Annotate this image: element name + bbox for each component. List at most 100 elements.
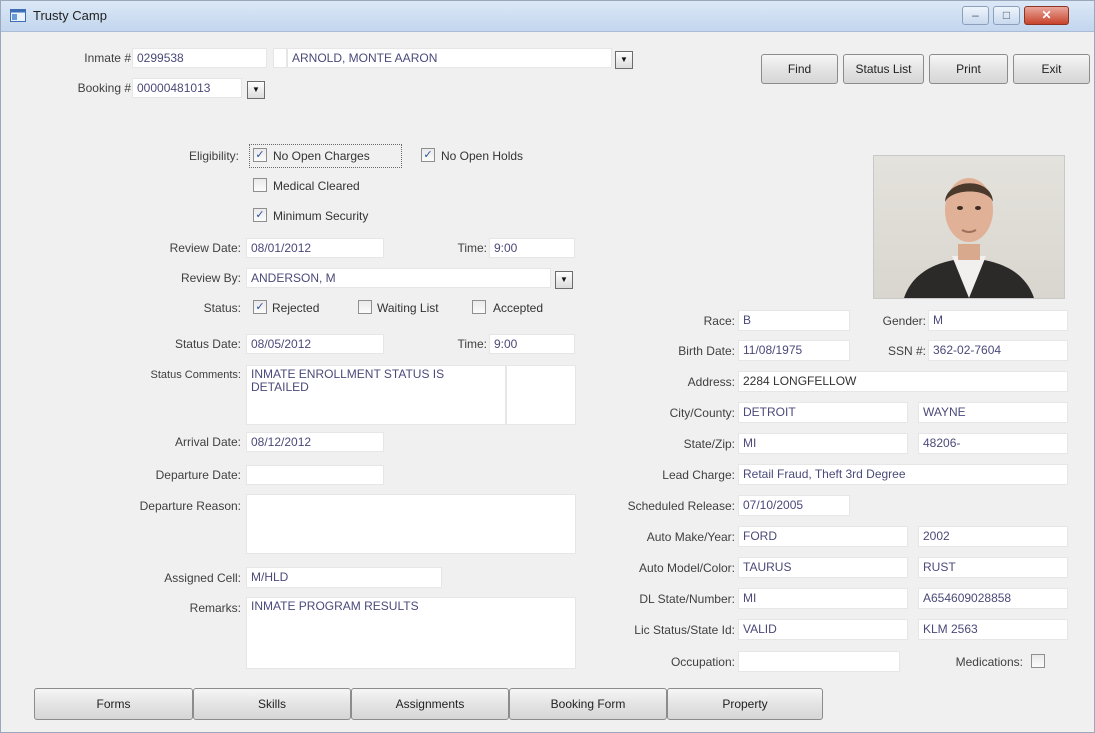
booking-form-button[interactable]: Booking Form bbox=[509, 688, 667, 720]
gender-label: Gender: bbox=[882, 314, 926, 328]
assignments-button[interactable]: Assignments bbox=[351, 688, 509, 720]
departure-date-label: Departure Date: bbox=[155, 468, 241, 482]
arrival-date-field[interactable]: 08/12/2012 bbox=[246, 432, 384, 452]
review-by-dropdown-icon[interactable]: ▼ bbox=[555, 271, 573, 289]
state-field[interactable]: MI bbox=[738, 433, 908, 454]
rejected-checkbox[interactable]: ✓ bbox=[253, 300, 267, 314]
review-time-field[interactable]: 9:00 bbox=[489, 238, 575, 258]
trusty-camp-window: Trusty Camp – □ ✕ Inmate # 0299538 ARNOL… bbox=[0, 0, 1095, 733]
status-date-field[interactable]: 08/05/2012 bbox=[246, 334, 384, 354]
booking-number-field[interactable]: 00000481013 bbox=[132, 78, 242, 98]
eligibility-label: Eligibility: bbox=[188, 149, 239, 163]
medications-checkbox[interactable] bbox=[1031, 654, 1045, 668]
auto-color-field[interactable]: RUST bbox=[918, 557, 1068, 578]
auto-year-field[interactable]: 2002 bbox=[918, 526, 1068, 547]
race-field[interactable]: B bbox=[738, 310, 850, 331]
county-field[interactable]: WAYNE bbox=[918, 402, 1068, 423]
minimum-security-label: Minimum Security bbox=[273, 209, 369, 223]
inmate-prefix-field[interactable] bbox=[273, 48, 287, 68]
auto-make-field[interactable]: FORD bbox=[738, 526, 908, 547]
medical-cleared-checkbox[interactable] bbox=[253, 178, 267, 192]
race-label: Race: bbox=[703, 314, 735, 328]
forms-button[interactable]: Forms bbox=[34, 688, 193, 720]
assigned-cell-label: Assigned Cell: bbox=[164, 571, 241, 585]
waiting-list-checkbox[interactable] bbox=[358, 300, 372, 314]
title-bar: Trusty Camp – □ ✕ bbox=[1, 1, 1094, 32]
status-comments-field[interactable]: INMATE ENROLLMENT STATUS IS DETAILED bbox=[246, 365, 506, 425]
app-icon bbox=[10, 9, 26, 22]
city-county-label: City/County: bbox=[669, 406, 735, 420]
departure-reason-field[interactable] bbox=[246, 494, 576, 554]
no-open-holds-checkbox[interactable]: ✓ bbox=[421, 148, 435, 162]
property-button[interactable]: Property bbox=[667, 688, 823, 720]
minimize-icon[interactable]: – bbox=[962, 6, 989, 25]
medications-label: Medications: bbox=[955, 655, 1023, 669]
zip-field[interactable]: 48206- bbox=[918, 433, 1068, 454]
review-date-label: Review Date: bbox=[169, 241, 241, 255]
assigned-cell-field[interactable]: M/HLD bbox=[246, 567, 442, 588]
minimum-security-checkbox[interactable]: ✓ bbox=[253, 208, 267, 222]
birth-date-label: Birth Date: bbox=[678, 344, 735, 358]
no-open-charges-label: No Open Charges bbox=[273, 149, 370, 163]
accepted-label: Accepted bbox=[493, 301, 544, 315]
review-date-field[interactable]: 08/01/2012 bbox=[246, 238, 384, 258]
maximize-icon[interactable]: □ bbox=[993, 6, 1020, 25]
lead-charge-label: Lead Charge: bbox=[662, 468, 735, 482]
status-comments-field-pad bbox=[506, 365, 576, 425]
remarks-label: Remarks: bbox=[189, 601, 241, 615]
print-button[interactable]: Print bbox=[929, 54, 1008, 84]
city-field[interactable]: DETROIT bbox=[738, 402, 908, 423]
inmate-name-dropdown-icon[interactable]: ▼ bbox=[615, 51, 633, 69]
booking-number-label: Booking # bbox=[77, 81, 131, 95]
lic-status-field[interactable]: VALID bbox=[738, 619, 908, 640]
state-id-field[interactable]: KLM 2563 bbox=[918, 619, 1068, 640]
review-time-label: Time: bbox=[457, 241, 487, 255]
lead-charge-field[interactable]: Retail Fraud, Theft 3rd Degree bbox=[738, 464, 1068, 485]
find-button[interactable]: Find bbox=[761, 54, 838, 84]
scheduled-release-label: Scheduled Release: bbox=[627, 499, 735, 513]
review-by-field[interactable]: ANDERSON, M bbox=[246, 268, 551, 288]
skills-button[interactable]: Skills bbox=[193, 688, 351, 720]
departure-date-field[interactable] bbox=[246, 465, 384, 485]
ssn-label: SSN #: bbox=[887, 344, 926, 358]
status-time-field[interactable]: 9:00 bbox=[489, 334, 575, 354]
inmate-name-field[interactable]: ARNOLD, MONTE AARON bbox=[287, 48, 612, 68]
occupation-field[interactable] bbox=[738, 651, 900, 672]
accepted-checkbox[interactable] bbox=[472, 300, 486, 314]
exit-button[interactable]: Exit bbox=[1013, 54, 1090, 84]
address-label: Address: bbox=[687, 375, 735, 389]
inmate-number-field[interactable]: 0299538 bbox=[132, 48, 267, 68]
state-zip-label: State/Zip: bbox=[683, 437, 735, 451]
dl-number-field[interactable]: A654609028858 bbox=[918, 588, 1068, 609]
close-icon[interactable]: ✕ bbox=[1024, 6, 1069, 25]
no-open-holds-label: No Open Holds bbox=[441, 149, 524, 163]
ssn-field[interactable]: 362-02-7604 bbox=[928, 340, 1068, 361]
dl-state-field[interactable]: MI bbox=[738, 588, 908, 609]
status-time-label: Time: bbox=[457, 337, 487, 351]
status-list-button[interactable]: Status List bbox=[843, 54, 924, 84]
birth-date-field[interactable]: 11/08/1975 bbox=[738, 340, 850, 361]
review-by-label: Review By: bbox=[180, 271, 241, 285]
lic-status-state-id-label: Lic Status/State Id: bbox=[634, 623, 735, 637]
no-open-charges-checkbox[interactable]: ✓ bbox=[253, 148, 267, 162]
waiting-list-label: Waiting List bbox=[377, 301, 439, 315]
status-comments-label: Status Comments: bbox=[150, 369, 241, 381]
inmate-photo bbox=[873, 155, 1065, 299]
booking-number-dropdown-icon[interactable]: ▼ bbox=[247, 81, 265, 99]
window-title: Trusty Camp bbox=[33, 8, 107, 23]
auto-model-field[interactable]: TAURUS bbox=[738, 557, 908, 578]
dl-state-number-label: DL State/Number: bbox=[639, 592, 735, 606]
person-silhouette-icon bbox=[904, 178, 1034, 298]
remarks-field[interactable]: INMATE PROGRAM RESULTS bbox=[246, 597, 576, 669]
departure-reason-label: Departure Reason: bbox=[139, 499, 241, 513]
auto-model-color-label: Auto Model/Color: bbox=[638, 561, 735, 575]
occupation-label: Occupation: bbox=[670, 655, 735, 669]
scheduled-release-field[interactable]: 07/10/2005 bbox=[738, 495, 850, 516]
auto-make-year-label: Auto Make/Year: bbox=[646, 530, 735, 544]
arrival-date-label: Arrival Date: bbox=[174, 435, 241, 449]
gender-field[interactable]: M bbox=[928, 310, 1068, 331]
status-date-label: Status Date: bbox=[174, 337, 241, 351]
medical-cleared-label: Medical Cleared bbox=[273, 179, 360, 193]
address-field[interactable]: 2284 LONGFELLOW bbox=[738, 371, 1068, 392]
status-label: Status: bbox=[203, 301, 241, 315]
